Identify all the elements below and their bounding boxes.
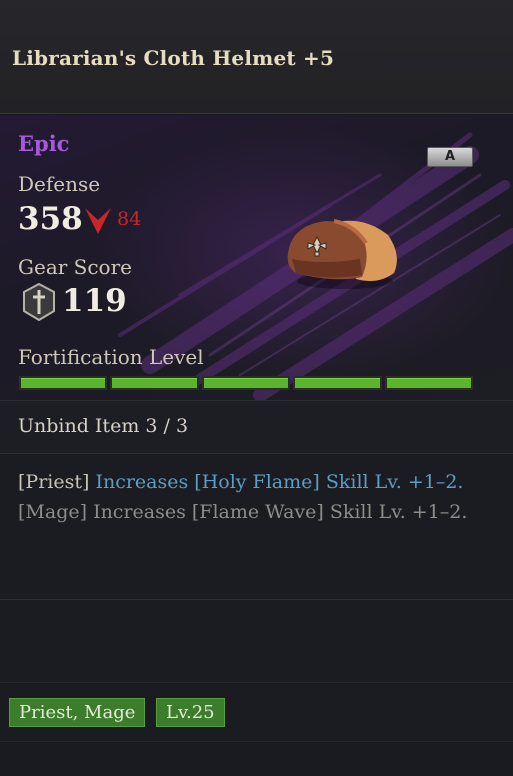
defense-value: 358 [18,201,83,237]
fortification-segment [19,376,108,390]
leather-cap-icon [287,219,397,289]
sword-shield-icon [23,283,55,321]
grade-badge: A [427,147,473,167]
effect-mage: [Mage] Increases [Flame Wave] Skill Lv. … [18,497,495,527]
item-tags: Priest, Mage Lv.25 [0,684,513,742]
defense-label: Defense [18,172,101,196]
class-tag: Priest, Mage [9,698,146,727]
fortification-bar [19,376,474,390]
item-summary-panel: Epic A Defense 358 84 Gear Score 119 For… [0,115,513,400]
item-header: Librarian's Cloth Helmet +5 [0,0,513,114]
gear-score-value: 119 [62,283,127,319]
level-tag: Lv.25 [156,698,225,727]
effect-text: Increases [Holy Flame] Skill Lv. +1–2. [95,471,464,493]
gear-score-label: Gear Score [18,255,132,279]
down-arrow-icon [85,208,111,234]
class-effects: [Priest] Increases [Holy Flame] Skill Lv… [0,455,513,600]
rarity-label: Epic [18,131,70,156]
fortification-segment [293,376,382,390]
empty-section [0,600,513,683]
unbind-text: Unbind Item 3 / 3 [18,415,189,437]
unbind-row: Unbind Item 3 / 3 [0,400,513,454]
effect-priest: [Priest] Increases [Holy Flame] Skill Lv… [18,467,495,497]
fortification-segment [384,376,474,390]
fortification-segment [110,376,199,390]
effect-text: Increases [Flame Wave] Skill Lv. +1–2. [93,501,468,523]
fortification-label: Fortification Level [18,345,204,369]
bottom-strip [0,743,513,776]
defense-change: 84 [117,208,142,230]
effect-class: [Priest] [18,471,90,493]
effect-class: [Mage] [18,501,88,523]
item-name: Librarian's Cloth Helmet +5 [12,46,335,70]
fortification-segment [201,376,291,390]
